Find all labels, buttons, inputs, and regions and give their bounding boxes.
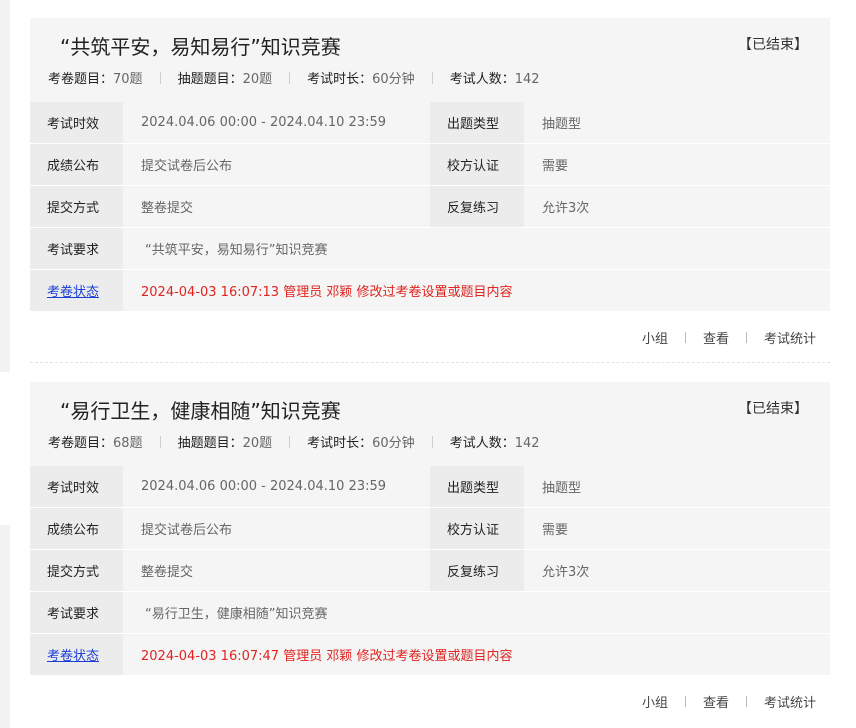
table-row: 提交方式 整卷提交 反复练习 允许3次 [30,185,830,228]
exam-info-table: 考试时效 2024.04.06 00:00 - 2024.04.10 23:59… [30,102,830,312]
divider [745,696,747,707]
school-cert-label: 校方认证 [430,507,524,550]
exam-status-badge: 【已结束】 [738,401,808,417]
exam-actions: 小组 查看 考试统计 [30,676,830,726]
question-type-label: 出题类型 [430,466,524,508]
submit-mode-label: 提交方式 [30,549,123,592]
table-row: 考卷状态 2024-04-03 16:07:47 管理员 邓颖 修改过考卷设置或… [30,633,830,676]
exam-statistics-button[interactable]: 考试统计 [764,692,816,711]
requirement-value: “易行卫生，健康相随”知识竞赛 [123,591,830,634]
divider [745,332,747,343]
submit-mode-label: 提交方式 [30,185,123,228]
group-button[interactable]: 小组 [642,328,668,347]
stat-duration: 考试时长：60分钟 [307,436,415,451]
paper-state-value: 2024-04-03 16:07:13 管理员 邓颖 修改过考卷设置或题目内容 [123,269,830,312]
paper-state-cell: 考卷状态 [30,269,123,312]
divider [159,71,161,84]
school-cert-label: 校方认证 [430,143,524,186]
requirement-value: “共筑平安，易知易行”知识竞赛 [123,227,830,270]
school-cert-value: 需要 [524,507,830,550]
stat-drawn-questions: 抽题题目：20题 [177,436,273,451]
divider [289,435,291,448]
stat-drawn-questions: 抽题题目：20题 [177,72,273,87]
sidebar-edge [0,0,10,372]
requirement-label: 考试要求 [30,591,123,634]
exam-stats: 考卷题目：68题 抽题题目：20题 考试时长：60分钟 考试人数：142 [48,432,540,451]
repeat-practice-value: 允许3次 [524,185,830,228]
question-type-value: 抽题型 [524,466,830,508]
exam-stats: 考卷题目：70题 抽题题目：20题 考试时长：60分钟 考试人数：142 [48,68,540,87]
exam-title: “共筑平安，易知易行”知识竞赛 [60,35,341,59]
exam-statistics-button[interactable]: 考试统计 [764,328,816,347]
table-row: 考卷状态 2024-04-03 16:07:13 管理员 邓颖 修改过考卷设置或… [30,269,830,312]
exam-status-badge: 【已结束】 [738,37,808,53]
exam-actions: 小组 查看 考试统计 [30,312,830,362]
exam-info-table: 考试时效 2024.04.06 00:00 - 2024.04.10 23:59… [30,466,830,676]
stat-participants: 考试人数：142 [449,72,540,87]
score-publish-value: 提交试卷后公布 [123,507,430,550]
repeat-practice-value: 允许3次 [524,549,830,592]
requirement-label: 考试要求 [30,227,123,270]
score-publish-label: 成绩公布 [30,507,123,550]
paper-state-link[interactable]: 考卷状态 [47,649,99,664]
question-type-value: 抽题型 [524,102,830,144]
stat-participants: 考试人数：142 [449,436,540,451]
stat-total-questions: 考卷题目：68题 [48,436,143,451]
score-publish-label: 成绩公布 [30,143,123,186]
divider [684,696,686,707]
divider [159,435,161,448]
table-row: 考试要求 “易行卫生，健康相随”知识竞赛 [30,591,830,634]
table-row: 考试要求 “共筑平安，易知易行”知识竞赛 [30,227,830,270]
submit-mode-value: 整卷提交 [123,185,430,228]
divider [431,71,433,84]
paper-state-value: 2024-04-03 16:07:47 管理员 邓颖 修改过考卷设置或题目内容 [123,633,830,676]
submit-mode-value: 整卷提交 [123,549,430,592]
exam-card: “共筑平安，易知易行”知识竞赛 【已结束】 考卷题目：70题 抽题题目：20题 … [30,18,830,362]
sidebar-edge [0,525,10,728]
table-row: 考试时效 2024.04.06 00:00 - 2024.04.10 23:59… [30,466,830,508]
view-button[interactable]: 查看 [703,328,729,347]
stat-duration: 考试时长：60分钟 [307,72,415,87]
repeat-practice-label: 反复练习 [430,549,524,592]
table-row: 成绩公布 提交试卷后公布 校方认证 需要 [30,143,830,186]
score-publish-value: 提交试卷后公布 [123,143,430,186]
paper-state-link[interactable]: 考卷状态 [47,285,99,300]
view-button[interactable]: 查看 [703,692,729,711]
exam-card-header: “共筑平安，易知易行”知识竞赛 【已结束】 考卷题目：70题 抽题题目：20题 … [30,18,830,102]
divider [289,71,291,84]
card-separator [30,362,830,363]
group-button[interactable]: 小组 [642,692,668,711]
validity-label: 考试时效 [30,102,123,144]
question-type-label: 出题类型 [430,102,524,144]
repeat-practice-label: 反复练习 [430,185,524,228]
school-cert-value: 需要 [524,143,830,186]
table-row: 成绩公布 提交试卷后公布 校方认证 需要 [30,507,830,550]
table-row: 提交方式 整卷提交 反复练习 允许3次 [30,549,830,592]
validity-label: 考试时效 [30,466,123,508]
stat-total-questions: 考卷题目：70题 [48,72,143,87]
paper-state-cell: 考卷状态 [30,633,123,676]
table-row: 考试时效 2024.04.06 00:00 - 2024.04.10 23:59… [30,102,830,144]
divider [431,435,433,448]
exam-title: “易行卫生，健康相随”知识竞赛 [60,399,341,423]
exam-card-header: “易行卫生，健康相随”知识竞赛 【已结束】 考卷题目：68题 抽题题目：20题 … [30,382,830,466]
validity-value: 2024.04.06 00:00 - 2024.04.10 23:59 [123,102,430,144]
validity-value: 2024.04.06 00:00 - 2024.04.10 23:59 [123,466,430,508]
divider [684,332,686,343]
exam-card: “易行卫生，健康相随”知识竞赛 【已结束】 考卷题目：68题 抽题题目：20题 … [30,382,830,726]
